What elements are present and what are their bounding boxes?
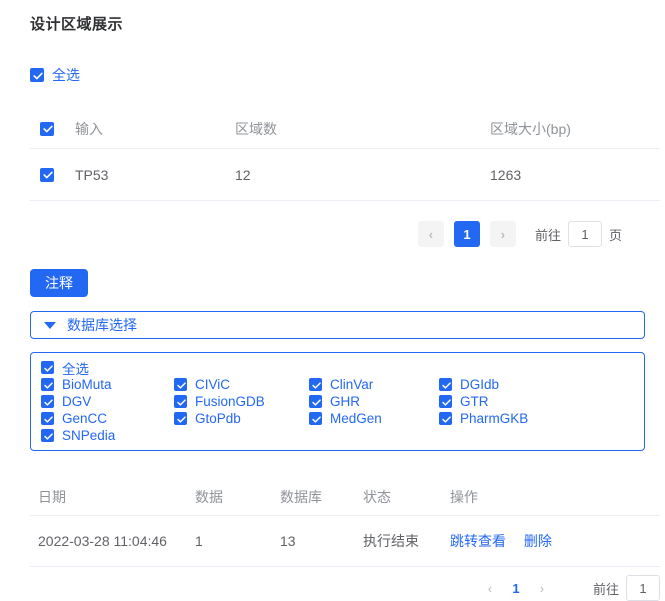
goto-page-group: 前往 页: [593, 575, 665, 601]
page-number-button[interactable]: 1: [505, 581, 527, 596]
goto-page-input[interactable]: [626, 575, 660, 601]
db-item-clinvar[interactable]: ClinVar: [309, 377, 439, 393]
header-checkbox[interactable]: [40, 122, 54, 136]
next-page-button[interactable]: ›: [490, 221, 516, 247]
select-all-row: 全选: [30, 65, 665, 85]
table-row: TP53 12 1263: [30, 149, 660, 201]
page-unit-label: 页: [609, 225, 622, 244]
design-regions-table: 输入 区域数 区域大小(bp) TP53 12 1263: [30, 109, 660, 201]
chevron-left-icon: ‹: [488, 581, 492, 596]
checkbox-checked-icon[interactable]: [41, 378, 54, 391]
column-header-data: 数据: [195, 487, 280, 507]
prev-page-button[interactable]: ‹: [418, 221, 444, 247]
cell-status: 执行结束: [363, 531, 450, 551]
database-collapse-bar[interactable]: 数据库选择: [30, 311, 645, 339]
db-item-civic[interactable]: CIViC: [174, 377, 309, 393]
next-page-button[interactable]: ›: [531, 581, 553, 596]
table-header-row: 输入 区域数 区域大小(bp): [30, 109, 660, 149]
cell-date: 2022-03-28 11:04:46: [30, 533, 195, 549]
db-select-all-checkbox[interactable]: [41, 361, 54, 374]
db-item-ghr[interactable]: GHR: [309, 394, 439, 410]
column-header-database: 数据库: [280, 487, 363, 507]
annotate-button[interactable]: 注释: [30, 269, 88, 297]
column-header-region-size: 区域大小(bp): [490, 119, 660, 139]
checkbox-checked-icon[interactable]: [309, 412, 322, 425]
history-table: 日期 数据 数据库 状态 操作 2022-03-28 11:04:46 1 13…: [30, 478, 660, 567]
checkbox-checked-icon[interactable]: [439, 378, 452, 391]
checkbox-checked-icon[interactable]: [174, 395, 187, 408]
column-header-input: 输入: [75, 119, 235, 139]
column-header-region-count: 区域数: [235, 119, 490, 139]
collapse-arrow-icon: [44, 322, 56, 329]
db-item-medgen[interactable]: MedGen: [309, 411, 439, 427]
checkbox-checked-icon[interactable]: [41, 429, 54, 442]
db-select-all[interactable]: 全选: [41, 360, 644, 376]
database-grid: BioMuta CIViC ClinVar DGIdb DGV FusionGD…: [41, 376, 644, 444]
cell-database: 13: [280, 533, 363, 549]
checkbox-checked-icon[interactable]: [439, 395, 452, 408]
checkbox-checked-icon[interactable]: [309, 395, 322, 408]
checkbox-checked-icon[interactable]: [174, 378, 187, 391]
goto-label: 前往: [535, 225, 561, 244]
page-container: 设计区域展示 全选 输入 区域数 区域大小(bp) TP53 12 1263 ‹…: [0, 0, 665, 601]
page-number-button[interactable]: 1: [454, 221, 480, 247]
db-item-biomuta[interactable]: BioMuta: [41, 377, 174, 393]
column-header-status: 状态: [363, 487, 450, 507]
cell-actions: 跳转查看 删除: [450, 531, 660, 551]
column-header-date: 日期: [30, 487, 195, 507]
db-item-gtopdb[interactable]: GtoPdb: [174, 411, 309, 427]
select-all-checkbox[interactable]: [30, 68, 44, 82]
cell-data: 1: [195, 533, 280, 549]
db-item-fusiongdb[interactable]: FusionGDB: [174, 394, 309, 410]
db-item-gtr[interactable]: GTR: [439, 394, 644, 410]
goto-page-input[interactable]: [568, 221, 602, 247]
select-all-label: 全选: [52, 65, 80, 85]
chevron-right-icon: ›: [501, 227, 505, 242]
chevron-right-icon: ›: [540, 581, 544, 596]
page-title: 设计区域展示: [30, 13, 665, 34]
checkbox-checked-icon[interactable]: [439, 412, 452, 425]
checkbox-checked-icon[interactable]: [309, 378, 322, 391]
goto-page-group: 前往 页: [535, 221, 622, 247]
goto-label: 前往: [593, 579, 619, 598]
checkbox-checked-icon[interactable]: [174, 412, 187, 425]
check-icon: [42, 123, 54, 135]
delete-link[interactable]: 删除: [524, 533, 552, 549]
history-pagination: ‹ 1 › 前往 页: [30, 575, 665, 601]
cell-region-size: 1263: [490, 167, 660, 183]
checkbox-checked-icon[interactable]: [41, 395, 54, 408]
database-checkbox-panel: 全选 BioMuta CIViC ClinVar DGIdb DGV Fusio…: [30, 352, 645, 451]
db-item-gencc[interactable]: GenCC: [41, 411, 174, 427]
database-collapse-label: 数据库选择: [67, 315, 137, 335]
check-icon: [42, 169, 54, 181]
history-header-row: 日期 数据 数据库 状态 操作: [30, 478, 660, 516]
db-item-pharmgkb[interactable]: PharmGKB: [439, 411, 644, 427]
check-icon: [32, 70, 44, 82]
column-header-action: 操作: [450, 487, 660, 507]
check-icon: [43, 363, 54, 374]
cell-region-count: 12: [235, 167, 490, 183]
design-table-pagination: ‹ 1 › 前往 页: [30, 221, 660, 247]
prev-page-button[interactable]: ‹: [479, 581, 501, 596]
db-item-dgidb[interactable]: DGIdb: [439, 377, 644, 393]
chevron-left-icon: ‹: [429, 227, 433, 242]
db-item-dgv[interactable]: DGV: [41, 394, 174, 410]
view-link[interactable]: 跳转查看: [450, 533, 506, 549]
cell-input: TP53: [75, 167, 235, 183]
db-item-snpedia[interactable]: SNPedia: [41, 428, 174, 444]
db-select-all-label: 全选: [62, 358, 89, 378]
checkbox-checked-icon[interactable]: [41, 412, 54, 425]
history-row: 2022-03-28 11:04:46 1 13 执行结束 跳转查看 删除: [30, 516, 660, 567]
row-checkbox[interactable]: [40, 168, 54, 182]
